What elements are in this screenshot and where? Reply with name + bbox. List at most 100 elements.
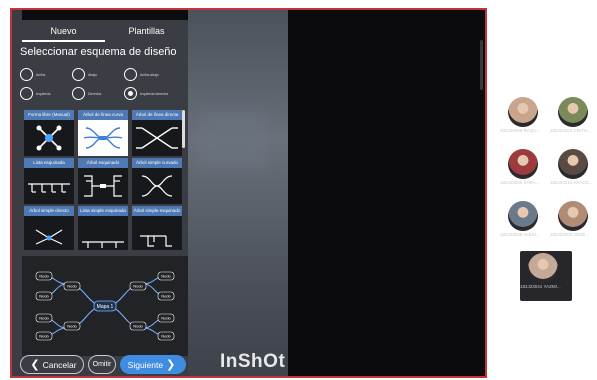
template-card-arbol-esquinado[interactable]: Árbol esquinado <box>78 158 128 204</box>
tab-nuevo[interactable]: Nuevo <box>22 22 105 42</box>
layout-dialog: Nuevo Plantillas Seleccionar esquema de … <box>12 10 188 376</box>
template-label: Árbol simple esquinado <box>132 206 182 216</box>
preview-node: Nodo <box>157 331 175 341</box>
radio-arriba-abajo[interactable]: Arriba abajo <box>124 68 176 81</box>
preview-node: Nodo <box>35 313 53 323</box>
participant-tile[interactable]: 182J23003 JOSÉ... <box>550 199 597 247</box>
dialog-title: Seleccionar esquema de diseño <box>20 46 177 58</box>
svg-text:Nodo: Nodo <box>161 334 171 339</box>
avatar <box>558 201 588 231</box>
radio-label: Izquierda derecha <box>140 91 169 96</box>
simple-corner-tree-icon <box>140 235 172 247</box>
template-card-arbol-simple-esquinado[interactable]: Árbol simple esquinado <box>132 206 182 250</box>
corner-list-icon <box>28 183 70 193</box>
template-scrollbar[interactable] <box>182 110 185 148</box>
svg-text:Mapa 1: Mapa 1 <box>97 304 114 310</box>
preview-node: Nodo <box>157 291 175 301</box>
radial-icon <box>36 125 62 151</box>
participant-name: 182J23003 JOSÉ... <box>550 232 590 237</box>
template-card-lista-simple-esquinada[interactable]: Lista simple esquinada <box>78 206 128 250</box>
radio-circle[interactable] <box>20 87 33 100</box>
preview-node: Nodo <box>63 321 81 331</box>
template-label: Árbol esquinado <box>78 158 128 168</box>
chevron-right-icon: ❯ <box>166 359 176 371</box>
avatar <box>558 149 588 179</box>
scrollbar[interactable] <box>480 40 483 90</box>
svg-text:Nodo: Nodo <box>67 324 77 329</box>
preview-node: Nodo <box>63 281 81 291</box>
participant-name: 202J26006 RAQU... <box>500 128 541 133</box>
participant-name: 182J23310 ARACE... <box>550 180 593 185</box>
preview-node: Nodo <box>157 313 175 323</box>
radio-circle[interactable] <box>124 68 137 81</box>
template-label: Árbol simple directo <box>24 206 74 216</box>
radio-arriba[interactable]: Arriba <box>20 68 72 81</box>
tab-plantillas[interactable]: Plantillas <box>105 22 188 42</box>
participant-tile[interactable]: 182J23039 ALEXI... <box>500 199 548 247</box>
radio-circle[interactable] <box>72 87 85 100</box>
simple-curve-tree-icon <box>141 175 173 197</box>
svg-text:Nodo: Nodo <box>133 284 143 289</box>
participant-name: 182J23039 ALEXI... <box>500 232 540 237</box>
participant-tile[interactable]: 182J23050 SARA... <box>500 147 548 195</box>
svg-text:Nodo: Nodo <box>161 316 171 321</box>
participant-name: 182J23304 CINTH... <box>550 128 592 133</box>
avatar <box>508 201 538 231</box>
cancel-button[interactable]: ❮ Cancelar <box>20 355 84 374</box>
curve-tree-icon <box>83 127 123 149</box>
participant-name: 182J23050 SARA... <box>500 180 540 185</box>
next-label: Siguiente <box>127 359 164 370</box>
cancel-label: Cancelar <box>42 359 77 370</box>
radio-circle[interactable] <box>20 68 33 81</box>
radio-circle-selected[interactable] <box>124 87 137 100</box>
radio-izquierda[interactable]: Izquierda <box>20 87 72 100</box>
meeting-window: InShOt Nuevo Plantillas Seleccionar esqu… <box>0 0 597 380</box>
template-card-arbol-curva[interactable]: Árbol de línea curva <box>78 110 128 156</box>
participants-panel: 202J26006 RAQU... 182J23304 CINTH... 182J2… <box>492 95 597 305</box>
preview-node: Nodo <box>129 321 147 331</box>
radio-derecha[interactable]: Derecha <box>72 87 124 100</box>
avatar <box>508 97 538 127</box>
template-label: Árbol de línea curva <box>78 110 128 120</box>
radio-circle[interactable] <box>72 68 85 81</box>
omit-button[interactable]: Omitir <box>88 355 116 374</box>
radio-izquierda-derecha[interactable]: Izquierda derecha <box>124 87 176 100</box>
template-card-lista-esquinada[interactable]: Lista esquinada <box>24 158 74 204</box>
svg-text:Nodo: Nodo <box>133 324 143 329</box>
svg-text:Nodo: Nodo <box>161 294 171 299</box>
corner-tree-icon <box>84 175 122 197</box>
radio-label: Arriba <box>36 72 46 77</box>
template-label: Forma libre (Manual) <box>24 110 74 120</box>
direction-options: Arriba Abajo Arriba abajo Izquierda Dere… <box>20 68 188 106</box>
simple-corner-list-icon <box>82 241 124 248</box>
preview-node: Nodo <box>35 291 53 301</box>
radio-label: Izquierda <box>36 91 51 96</box>
chevron-left-icon: ❮ <box>30 359 40 371</box>
next-button[interactable]: Siguiente ❯ <box>120 355 186 374</box>
straight-tree-icon <box>136 127 178 149</box>
template-label: Árbol simple curvado <box>132 158 182 168</box>
participant-tile[interactable]: 202J26006 RAQU... <box>500 95 548 143</box>
dark-canvas-area <box>288 10 485 376</box>
svg-text:Nodo: Nodo <box>39 294 49 299</box>
svg-text:Nodo: Nodo <box>39 274 49 279</box>
svg-text:Nodo: Nodo <box>39 316 49 321</box>
preview-node: Nodo <box>35 331 53 341</box>
participant-tile[interactable]: 182J23310 ARACE... <box>550 147 597 195</box>
preview-node: Nodo <box>129 281 147 291</box>
participant-tile[interactable]: 182J23041 YAZMI... <box>520 251 572 301</box>
dialog-footer: ❮ Cancelar Omitir Siguiente ❯ <box>20 355 188 376</box>
avatar <box>508 149 538 179</box>
radio-label: Abajo <box>88 72 97 77</box>
participant-tile[interactable]: 182J23304 CINTH... <box>550 95 597 143</box>
template-grid: Forma libre (Manual) Árbol de línea curv… <box>22 108 188 250</box>
template-card-forma-libre[interactable]: Forma libre (Manual) <box>24 110 74 156</box>
template-card-arbol-simple-curvado[interactable]: Árbol simple curvado <box>132 158 182 204</box>
radio-label: Arriba abajo <box>140 72 159 77</box>
template-card-arbol-simple-directo[interactable]: Árbol simple directo <box>24 206 74 250</box>
template-label: Lista esquinada <box>24 158 74 168</box>
radio-abajo[interactable]: Abajo <box>72 68 124 81</box>
blurred-background <box>188 10 288 376</box>
template-card-arbol-directa[interactable]: Árbol de línea directa <box>132 110 182 156</box>
preview-node: Nodo <box>35 271 53 281</box>
